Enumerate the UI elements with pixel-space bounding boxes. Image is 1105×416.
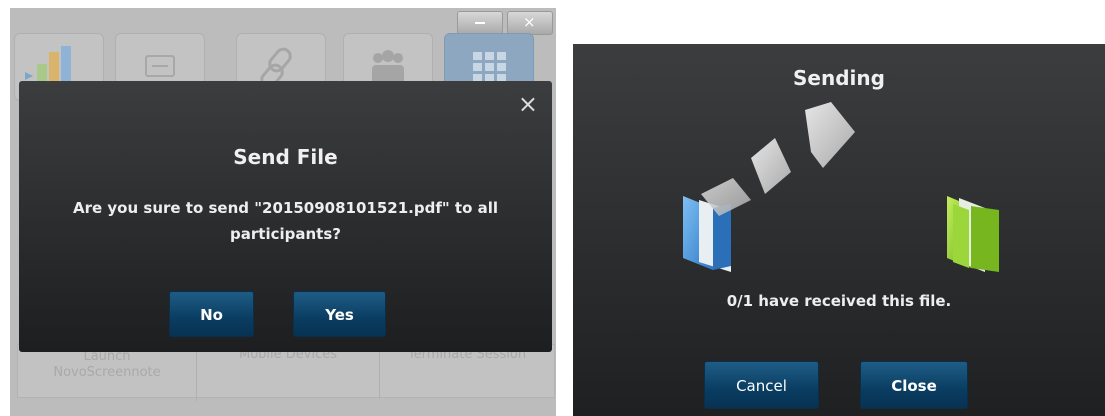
transfer-status: 0/1 have received this file.	[726, 292, 952, 310]
minimize-button[interactable]	[457, 11, 503, 35]
target-folder-icon	[947, 196, 999, 272]
send-file-dialog: × Send File Are you sure to send "201509…	[19, 81, 552, 352]
launch-novoscreennote-action[interactable]: Launch NovoScreennote	[18, 349, 197, 401]
file-transfer-animation	[683, 102, 999, 272]
dialog-message: Are you sure to send "20150908101521.pdf…	[73, 199, 498, 243]
minimize-icon	[475, 22, 485, 24]
yes-button[interactable]: Yes	[293, 291, 386, 337]
mobile-devices-action[interactable]: Mobile Devices	[197, 347, 380, 399]
close-button[interactable]: Close	[860, 361, 968, 409]
terminate-session-action[interactable]: Terminate Session	[380, 347, 554, 399]
close-icon: ×	[523, 13, 536, 31]
launch-label-line2: NovoScreennote	[53, 365, 161, 380]
flying-page-icon	[751, 138, 791, 194]
cancel-button[interactable]: Cancel	[704, 361, 819, 409]
dialog-close-icon[interactable]: ×	[518, 92, 538, 116]
no-button[interactable]: No	[169, 291, 254, 337]
flying-page-icon	[805, 102, 855, 168]
window-close-button[interactable]: ×	[507, 11, 553, 35]
dialog-title: Send File	[233, 145, 338, 169]
bottom-action-bar: Launch NovoScreennote Mobile Devices Ter…	[17, 344, 555, 401]
sending-dialog: Sending 0/1 have received this file. Can…	[573, 44, 1105, 416]
